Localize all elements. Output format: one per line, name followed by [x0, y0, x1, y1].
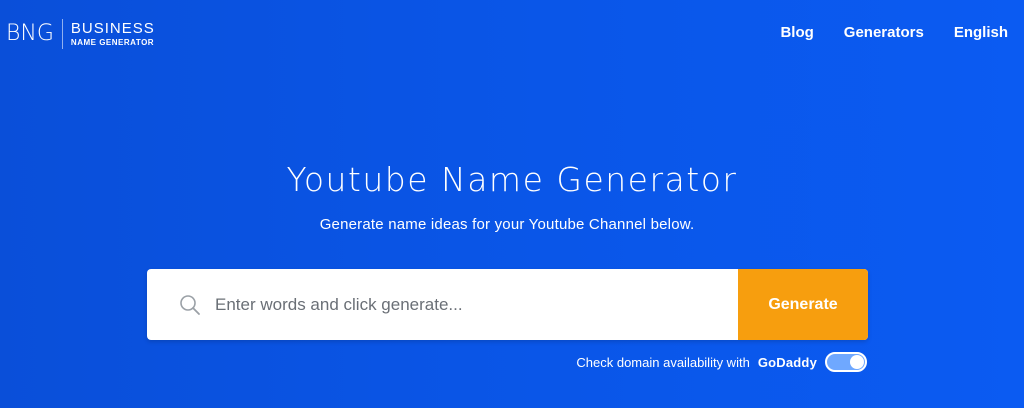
toggle-knob: [850, 355, 864, 369]
logo-line-1: BUSINESS: [70, 20, 155, 37]
domain-check: Check domain availability with GoDaddy: [576, 352, 867, 372]
godaddy-logo: GoDaddy: [757, 354, 817, 370]
search-icon: [147, 269, 207, 340]
domain-check-label: Check domain availability with: [576, 354, 750, 370]
logo-mark: BNG: [6, 19, 63, 49]
search-input[interactable]: [207, 269, 738, 340]
logo-text: BUSINESS NAME GENERATOR: [63, 21, 155, 47]
nav-link-blog[interactable]: Blog: [780, 24, 813, 41]
nav-link-generators[interactable]: Generators: [844, 24, 924, 41]
domain-check-toggle[interactable]: [825, 352, 867, 372]
logo-line-2: NAME GENERATOR: [70, 38, 155, 47]
search-bar: Generate: [147, 269, 868, 340]
page-title: Youtube Name Generator: [286, 160, 738, 199]
page-subtitle: Generate name ideas for your Youtube Cha…: [319, 216, 695, 233]
nav-link-language[interactable]: English: [954, 24, 1008, 41]
logo[interactable]: BNG BUSINESS NAME GENERATOR: [6, 18, 155, 50]
main-nav: Blog Generators English: [780, 24, 1008, 41]
top-bar: BNG BUSINESS NAME GENERATOR Blog Generat…: [0, 0, 1024, 70]
generate-button[interactable]: Generate: [738, 269, 868, 340]
